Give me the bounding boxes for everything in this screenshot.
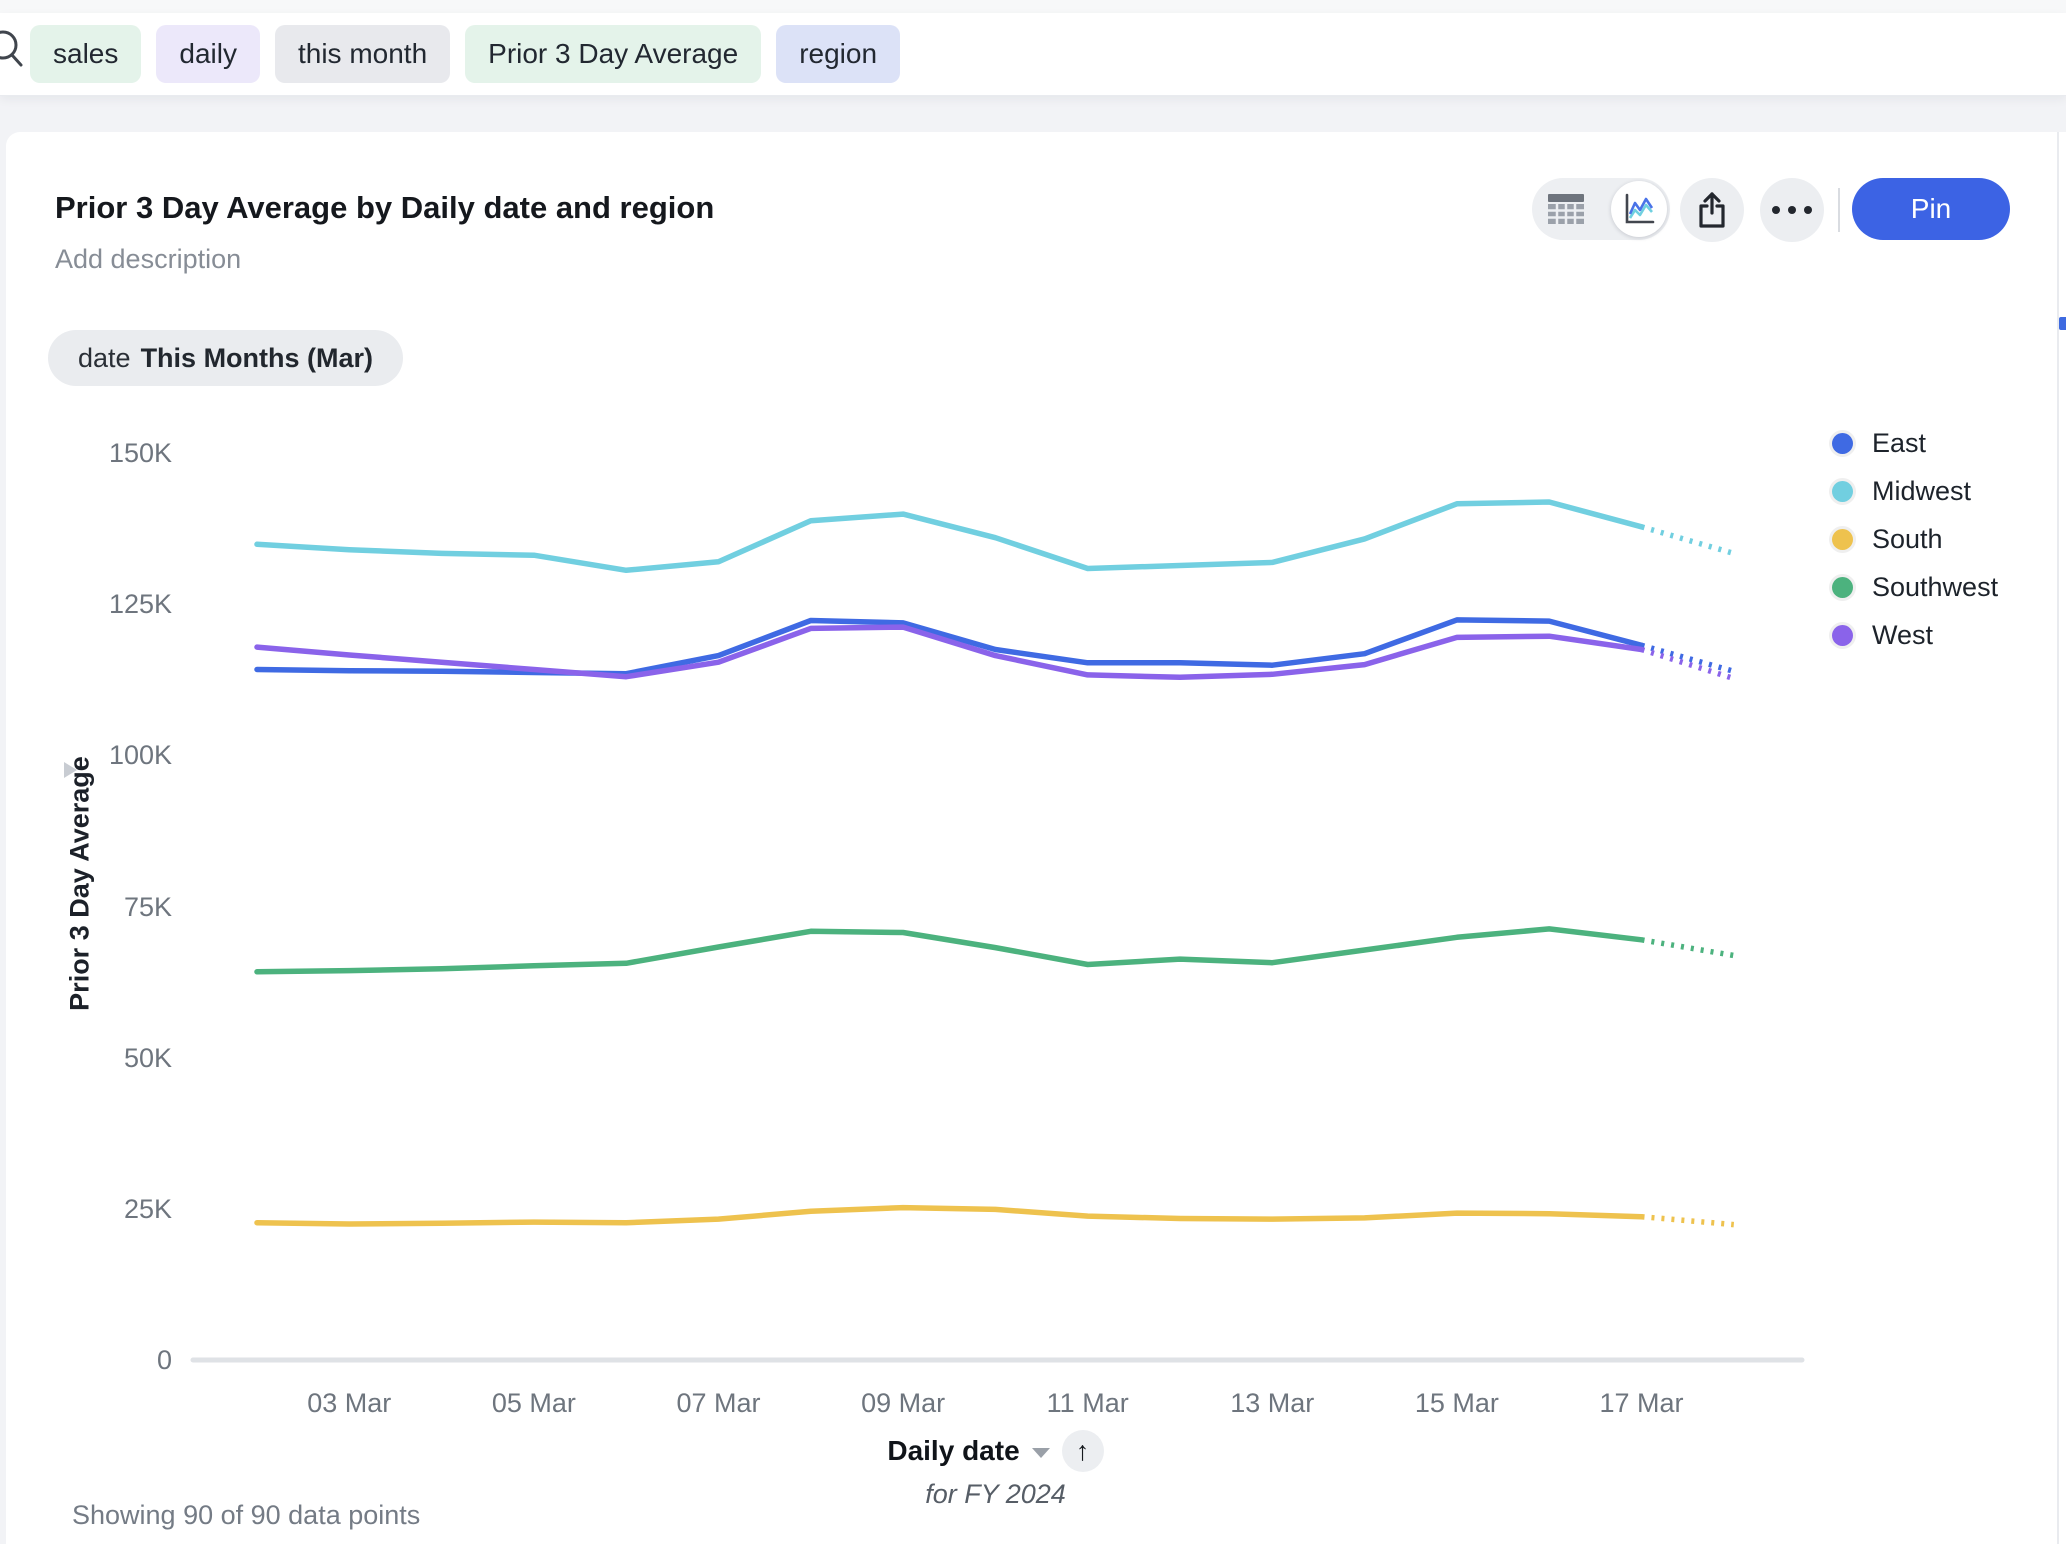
- y-axis-tick-label: 150K: [42, 438, 172, 469]
- legend-label: West: [1872, 620, 1933, 651]
- move-up-button[interactable]: ↑: [1062, 1430, 1104, 1472]
- legend-item-midwest[interactable]: Midwest: [1832, 467, 1998, 515]
- search-icon: [0, 25, 33, 81]
- legend-label: East: [1872, 428, 1926, 459]
- x-axis-field-label: Daily date: [887, 1435, 1019, 1467]
- search-bar[interactable]: sales daily this month Prior 3 Day Average r…: [0, 13, 2066, 95]
- search-token-row: sales daily this month Prior 3 Day Average r…: [30, 25, 900, 83]
- search-token[interactable]: this month: [275, 25, 450, 83]
- search-token[interactable]: region: [776, 25, 900, 83]
- y-axis-tick-label: 100K: [42, 740, 172, 771]
- table-chart-toggle[interactable]: [1532, 178, 1670, 240]
- fy-subtitle: for FY 2024: [257, 1479, 1734, 1510]
- chip-prefix: date: [78, 343, 131, 373]
- y-axis-tick-label: 25K: [42, 1194, 172, 1225]
- legend-dot: [1832, 433, 1853, 454]
- x-axis-tick-label: 17 Mar: [1577, 1388, 1707, 1419]
- y-axis-tick-label: 75K: [42, 892, 172, 923]
- search-token[interactable]: daily: [156, 25, 260, 83]
- axis-expand-icon[interactable]: [64, 762, 77, 778]
- legend-dot: [1832, 625, 1853, 646]
- legend-item-south[interactable]: South: [1832, 515, 1998, 563]
- legend-item-southwest[interactable]: Southwest: [1832, 563, 1998, 611]
- date-filter-chip[interactable]: date This Months (Mar): [48, 330, 403, 386]
- legend-item-west[interactable]: West: [1832, 611, 1998, 659]
- page-title: Prior 3 Day Average by Daily date and re…: [55, 190, 714, 226]
- daily-date-control[interactable]: Daily date ↑: [257, 1430, 1734, 1472]
- legend-label: Southwest: [1872, 572, 1998, 603]
- legend-label: South: [1872, 524, 1943, 555]
- search-token[interactable]: sales: [30, 25, 141, 83]
- chevron-down-icon[interactable]: [1032, 1448, 1050, 1458]
- search-token[interactable]: Prior 3 Day Average: [465, 25, 761, 83]
- app-window: sales daily this month Prior 3 Day Average r…: [0, 0, 2066, 1544]
- legend-item-east[interactable]: East: [1832, 419, 1998, 467]
- arrow-up-icon: ↑: [1076, 1438, 1090, 1465]
- x-axis-tick-label: 11 Mar: [1023, 1388, 1153, 1419]
- data-points-status: Showing 90 of 90 data points: [72, 1500, 420, 1531]
- legend-dot: [1832, 481, 1853, 502]
- x-axis-tick-label: 07 Mar: [654, 1388, 784, 1419]
- add-description[interactable]: Add description: [55, 244, 241, 275]
- y-axis-tick-label: 125K: [42, 589, 172, 620]
- y-axis-tick-label: 0: [42, 1345, 172, 1376]
- x-axis-tick-label: 05 Mar: [469, 1388, 599, 1419]
- y-axis-tick-label: 50K: [42, 1043, 172, 1074]
- x-axis-tick-label: 03 Mar: [284, 1388, 414, 1419]
- chart-view-button[interactable]: [1611, 181, 1667, 237]
- x-axis-tick-label: 15 Mar: [1392, 1388, 1522, 1419]
- ellipsis-icon: [1771, 205, 1813, 215]
- right-scroll-indicator[interactable]: [2059, 317, 2066, 330]
- share-icon: [1694, 190, 1730, 230]
- x-axis-tick-label: 13 Mar: [1207, 1388, 1337, 1419]
- pin-button[interactable]: Pin: [1852, 178, 2010, 240]
- legend-dot: [1832, 577, 1853, 598]
- x-axis-tick-label: 09 Mar: [838, 1388, 968, 1419]
- legend-label: Midwest: [1872, 476, 1971, 507]
- table-view-button table-icon[interactable]: [1546, 194, 1586, 224]
- line-chart-icon: [1621, 191, 1657, 227]
- right-panel-edge: [2057, 132, 2059, 1544]
- more-button[interactable]: [1760, 178, 1824, 242]
- legend-dot: [1832, 529, 1853, 550]
- toolbar-divider: [1838, 188, 1840, 232]
- top-strip: [0, 0, 2066, 13]
- chip-value: This Months (Mar): [141, 343, 373, 373]
- share-button[interactable]: [1680, 178, 1744, 242]
- chart-legend: East Midwest South Southwest West: [1832, 419, 1998, 659]
